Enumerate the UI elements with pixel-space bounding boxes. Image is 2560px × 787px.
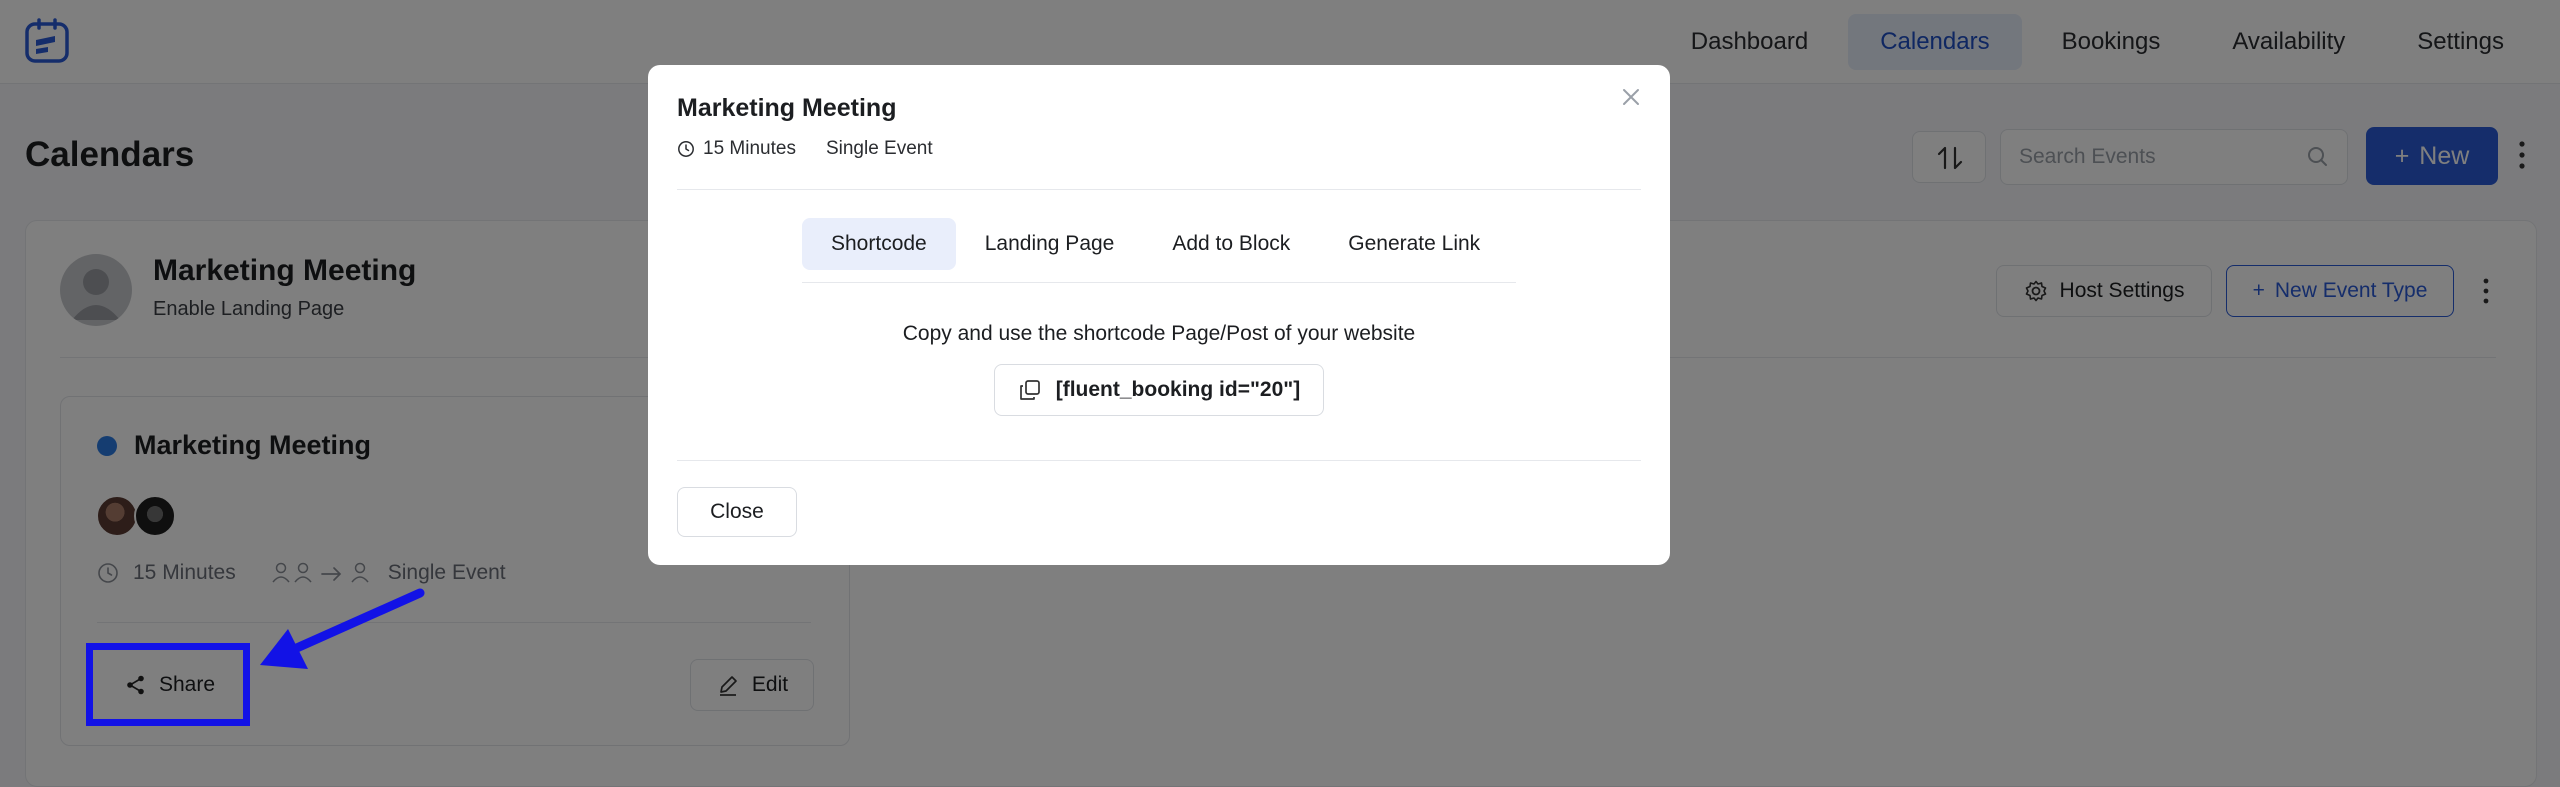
modal-title: Marketing Meeting <box>677 94 897 122</box>
shortcode-instruction: Copy and use the shortcode Page/Post of … <box>902 322 1416 345</box>
tab-add-to-block[interactable]: Add to Block <box>1143 218 1319 270</box>
tab-generate-link[interactable]: Generate Link <box>1319 218 1509 270</box>
divider <box>677 189 1641 190</box>
modal-meta: 15 Minutes Single Event <box>677 138 933 160</box>
shortcode-text: [fluent_booking id="20"] <box>1055 378 1301 401</box>
tab-landing-page[interactable]: Landing Page <box>956 218 1144 270</box>
close-button[interactable]: Close <box>677 487 797 537</box>
close-icon[interactable] <box>1620 86 1642 108</box>
copy-shortcode-button[interactable]: [fluent_booking id="20"] <box>994 364 1324 416</box>
divider <box>802 282 1516 283</box>
modal-event-type: Single Event <box>825 138 933 159</box>
share-tabs: Shortcode Landing Page Add to Block Gene… <box>802 218 1509 270</box>
modal-duration: 15 Minutes <box>703 138 796 159</box>
annotation-arrow-icon <box>260 588 425 669</box>
clock-icon <box>678 141 694 157</box>
copy-icon <box>1019 380 1040 400</box>
tab-shortcode[interactable]: Shortcode <box>802 218 956 270</box>
divider <box>677 460 1641 461</box>
annotation-highlight-box <box>86 643 250 726</box>
